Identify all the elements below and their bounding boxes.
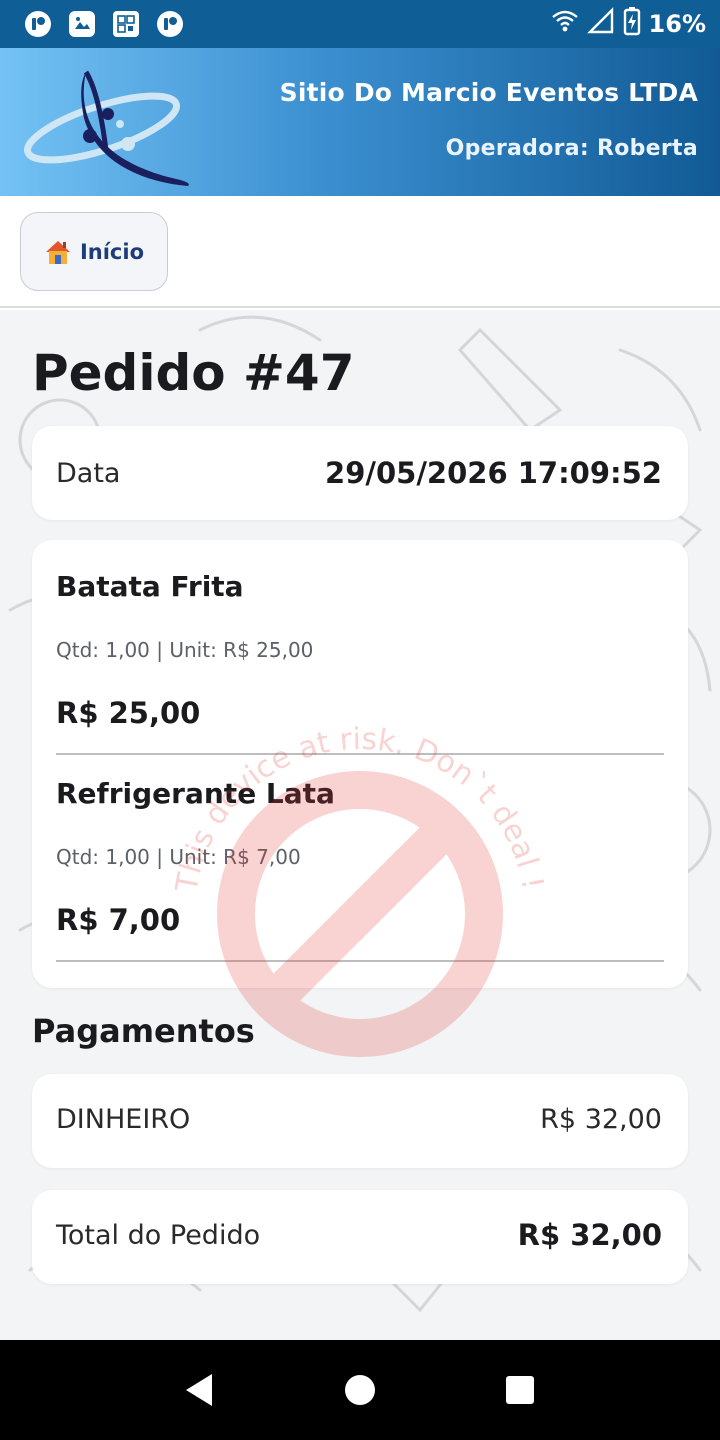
item-divider [56, 960, 664, 962]
order-content[interactable]: Pedido #47 Data 29/05/2026 17:09:52 Bata… [0, 310, 720, 1340]
home-circle-icon [345, 1375, 375, 1405]
item-price: R$ 7,00 [56, 903, 181, 937]
app-header: Sitio Do Marcio Eventos LTDA Operadora: … [0, 48, 720, 196]
list-item: Refrigerante Lata Qtd: 1,00 | Unit: R$ 7… [56, 777, 664, 967]
system-nav-bar [0, 1340, 720, 1440]
back-button[interactable] [170, 1360, 230, 1420]
battery-charging-icon [623, 6, 641, 42]
nav-bar: Início [0, 196, 720, 308]
items-card: Batata Frita Qtd: 1,00 | Unit: R$ 25,00 … [32, 540, 688, 988]
home-system-button[interactable] [330, 1360, 390, 1420]
item-detail: Qtd: 1,00 | Unit: R$ 7,00 [56, 845, 301, 869]
status-bar: 16% [0, 0, 720, 48]
item-detail: Qtd: 1,00 | Unit: R$ 25,00 [56, 638, 314, 662]
qr-icon [112, 10, 140, 38]
total-card: Total do Pedido R$ 32,00 [32, 1190, 688, 1284]
wifi-icon [551, 9, 579, 39]
item-name: Refrigerante Lata [56, 777, 335, 810]
payment-value: R$ 32,00 [540, 1104, 662, 1135]
image-icon [68, 10, 96, 38]
company-logo [24, 70, 189, 186]
back-triangle-icon [186, 1374, 212, 1406]
item-divider [56, 753, 664, 755]
total-label: Total do Pedido [56, 1220, 261, 1251]
signal-icon [586, 7, 615, 41]
item-name: Batata Frita [56, 570, 244, 603]
order-title: Pedido #47 [32, 344, 355, 402]
operator-name: Operadora: Roberta [445, 136, 698, 161]
date-label: Data [56, 458, 121, 489]
total-value: R$ 32,00 [517, 1218, 662, 1252]
app-p-icon [24, 10, 52, 38]
home-button[interactable]: Início [20, 212, 168, 291]
date-card: Data 29/05/2026 17:09:52 [32, 426, 688, 520]
date-value: 29/05/2026 17:09:52 [325, 456, 662, 490]
battery-percent: 16% [648, 10, 706, 38]
company-name: Sitio Do Marcio Eventos LTDA [279, 78, 698, 107]
recents-button[interactable] [490, 1360, 550, 1420]
payment-method: DINHEIRO [56, 1104, 191, 1135]
house-icon [45, 240, 70, 264]
recents-square-icon [506, 1376, 534, 1404]
payment-row: DINHEIRO R$ 32,00 [32, 1074, 688, 1168]
list-item: Batata Frita Qtd: 1,00 | Unit: R$ 25,00 … [56, 570, 664, 760]
app-p-icon [156, 10, 184, 38]
payments-title: Pagamentos [32, 1012, 255, 1050]
home-label: Início [79, 239, 145, 264]
item-price: R$ 25,00 [56, 696, 201, 730]
